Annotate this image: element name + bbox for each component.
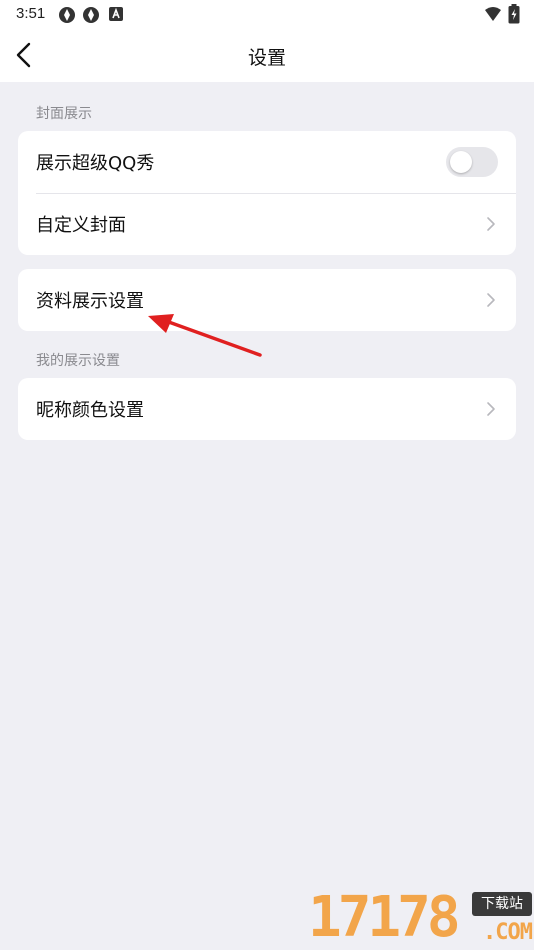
watermark-domain: .COM: [483, 920, 533, 945]
watermark-logo: 17178 下载站 .COM: [308, 884, 534, 950]
status-bar: 3:51: [0, 0, 534, 28]
section-header-cover: 封面展示: [36, 106, 92, 122]
setting-label: 昵称颜色设置: [36, 400, 144, 421]
chevron-right-icon: [487, 293, 495, 307]
vpn-icon: [59, 7, 75, 23]
super-qq-show-toggle[interactable]: [446, 147, 498, 177]
chevron-right-icon: [487, 402, 495, 416]
watermark-number: 17178: [308, 885, 461, 950]
setting-label: 资料展示设置: [36, 291, 144, 312]
section-header-my-display: 我的展示设置: [36, 353, 120, 369]
settings-card-my-display: 昵称颜色设置: [18, 378, 516, 440]
status-time: 3:51: [16, 5, 46, 22]
wifi-icon: [485, 7, 501, 21]
settings-card-cover: 展示超级QQ秀 自定义封面: [18, 131, 516, 255]
chevron-right-icon: [487, 217, 495, 231]
watermark-badge: 下载站: [472, 892, 532, 916]
battery-charging-icon: [508, 4, 520, 24]
setting-row-super-qq-show[interactable]: 展示超级QQ秀: [18, 131, 516, 193]
toggle-knob: [450, 151, 472, 173]
setting-row-custom-cover[interactable]: 自定义封面: [18, 193, 516, 255]
vpn-icon: [83, 7, 99, 23]
page-title: 设置: [247, 47, 286, 69]
setting-label: 展示超级QQ秀: [36, 153, 155, 174]
navigation-bar: 设置: [0, 28, 534, 82]
annotation-arrow-icon: [148, 314, 262, 357]
setting-label: 自定义封面: [36, 215, 126, 236]
notification-a-icon: [109, 7, 123, 21]
setting-row-nickname-color[interactable]: 昵称颜色设置: [18, 378, 516, 440]
